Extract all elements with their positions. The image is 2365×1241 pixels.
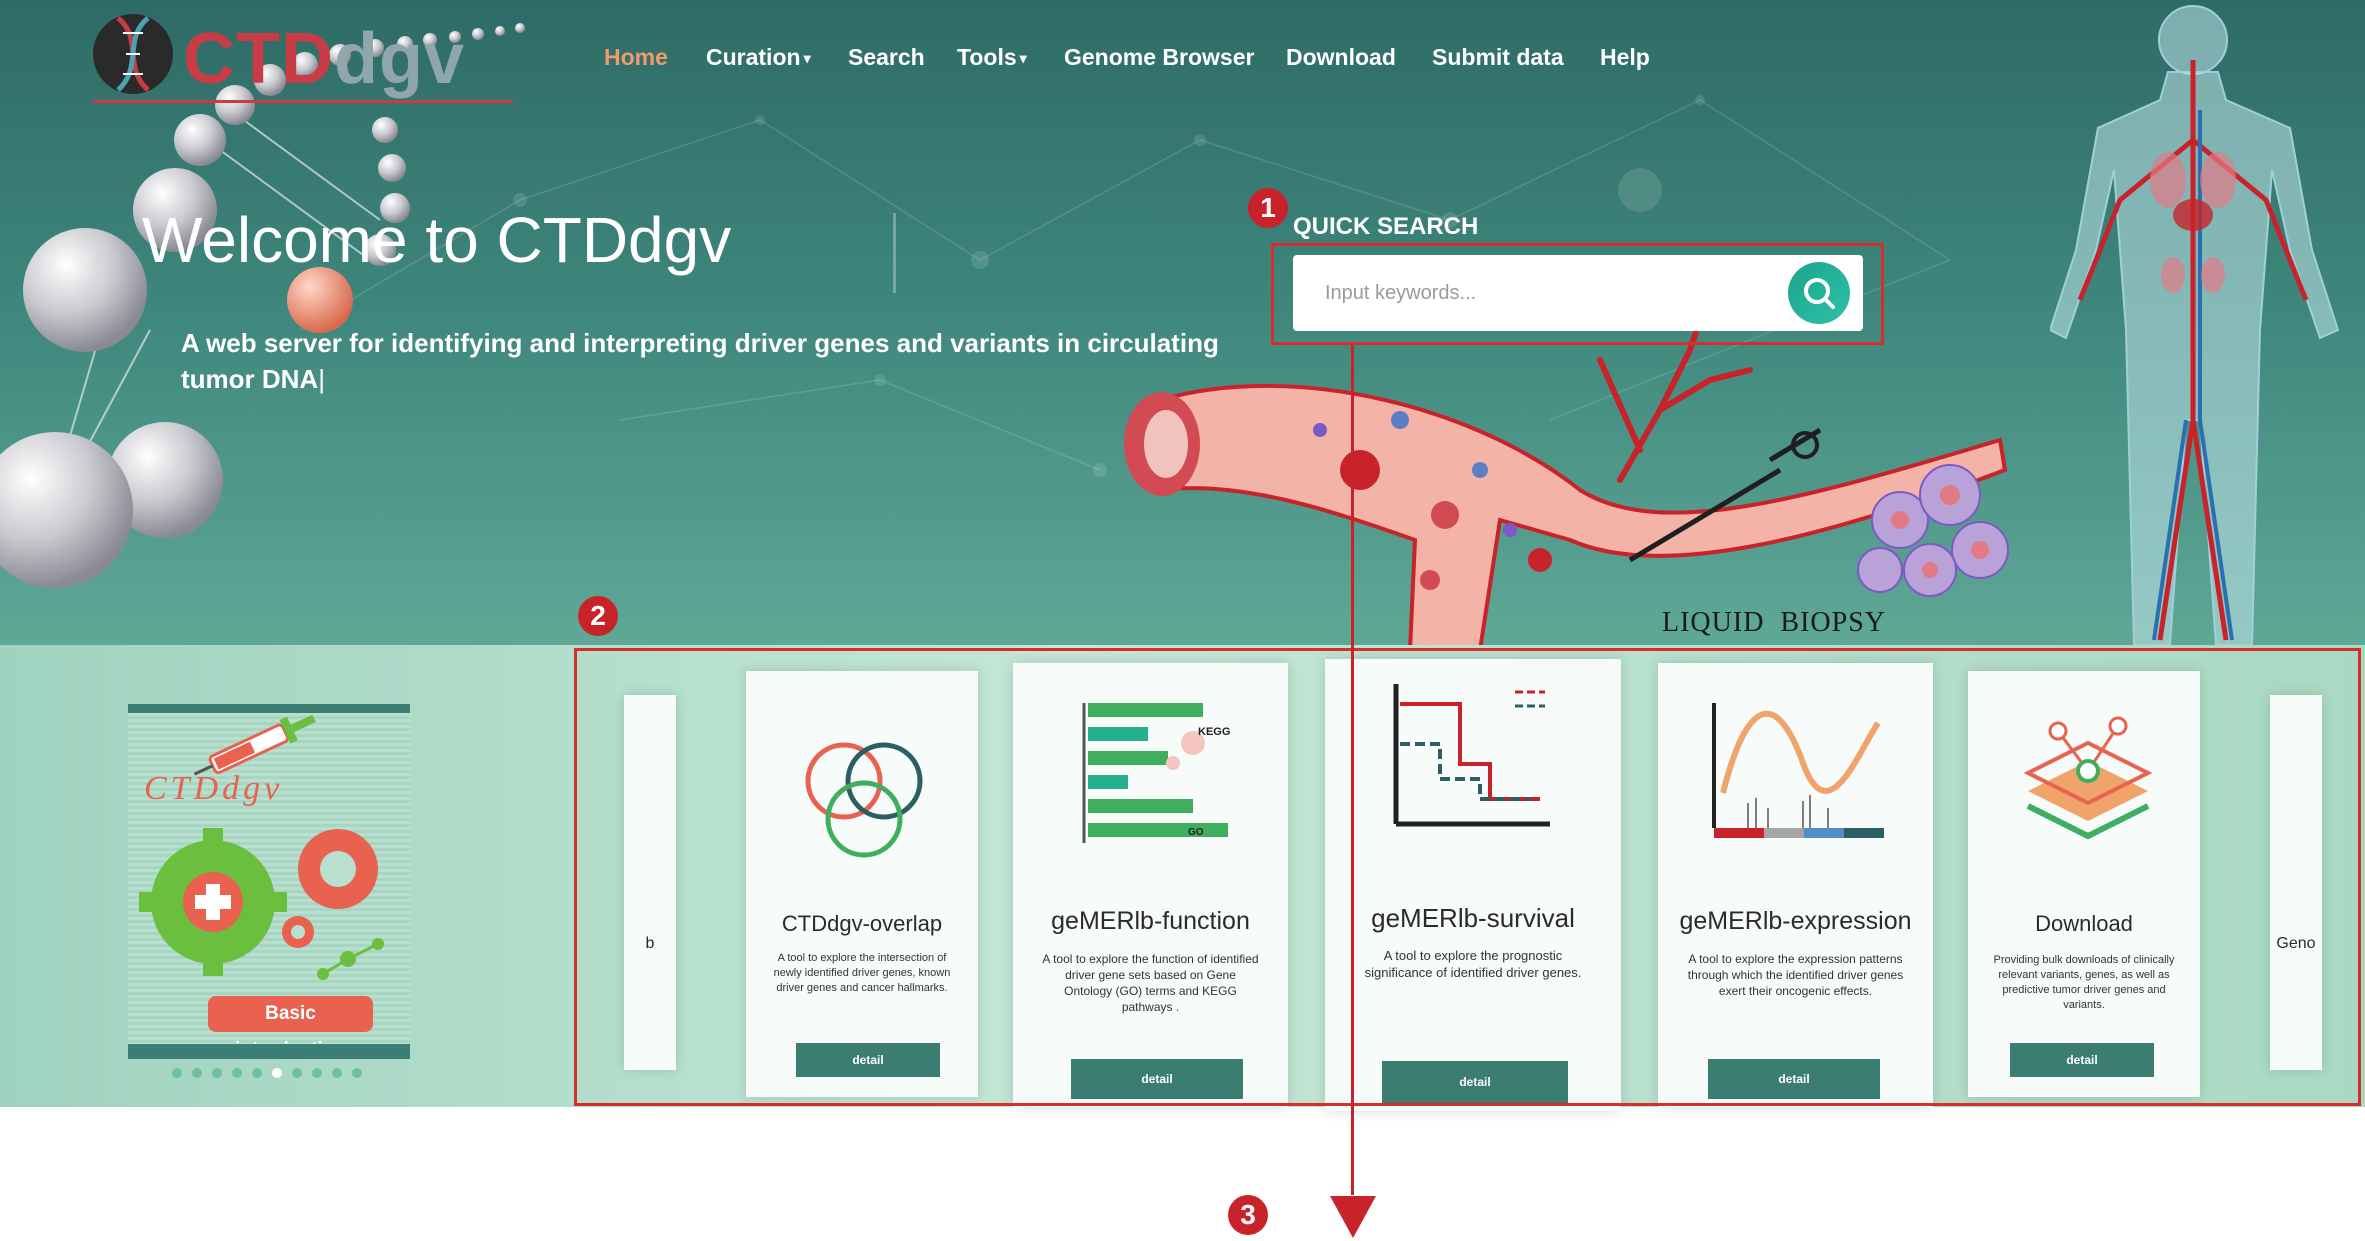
- pagination-dot[interactable]: [332, 1068, 342, 1078]
- callout-marker-3: 3: [1228, 1195, 1268, 1235]
- pagination-dot[interactable]: [272, 1068, 282, 1078]
- nav-genome-browser[interactable]: Genome Browser: [1064, 44, 1254, 71]
- hero-banner: CTDdgv Home Curation ▾ Search Tools ▾ Geno…: [0, 0, 2365, 645]
- nav-submit-data[interactable]: Submit data: [1432, 44, 1564, 71]
- pagination-dot[interactable]: [232, 1068, 242, 1078]
- nav-help[interactable]: Help: [1600, 44, 1650, 71]
- logo-underline: [93, 100, 513, 103]
- intro-pagination-dots: [0, 1068, 540, 1088]
- page-title: Welcome to CTDdgv: [142, 204, 732, 276]
- pagination-dot[interactable]: [292, 1068, 302, 1078]
- intro-book[interactable]: CTDdgv Basic introduction: [128, 704, 410, 1060]
- gears-icon: [139, 828, 384, 980]
- feature-band: CTDdgv Basic introduction b CTDdgv-over: [0, 645, 2365, 1111]
- chevron-down-icon: ▾: [1019, 50, 1027, 67]
- chevron-down-icon: ▾: [803, 50, 811, 67]
- blood-vessel-illustration: [1124, 320, 2009, 645]
- human-circulation-illustration: [2050, 5, 2340, 645]
- book-bottom-bar: [128, 1044, 410, 1059]
- search-icon: [1804, 278, 1835, 309]
- nav-home[interactable]: Home: [604, 44, 668, 71]
- pagination-dot[interactable]: [312, 1068, 322, 1078]
- liquid-biopsy-caption: LIQUID BIOPSY: [1662, 607, 1887, 638]
- pagination-dot[interactable]: [172, 1068, 182, 1078]
- search-button[interactable]: [1788, 262, 1850, 324]
- nav-tools[interactable]: Tools ▾: [957, 44, 1027, 71]
- basic-introduction-button[interactable]: Basic introduction: [208, 996, 373, 1060]
- nav-download[interactable]: Download: [1286, 44, 1396, 71]
- quick-search-box: [1293, 255, 1863, 331]
- carousel-highlight: [574, 648, 2361, 1106]
- pagination-dot[interactable]: [252, 1068, 262, 1078]
- callout-marker-1: 1: [1248, 188, 1288, 228]
- flow-arrow-line: [1351, 345, 1354, 1195]
- nav-search[interactable]: Search: [848, 44, 925, 71]
- typing-cursor: [893, 213, 896, 293]
- pagination-dot[interactable]: [352, 1068, 362, 1078]
- flow-arrow-head: [1330, 1196, 1376, 1238]
- callout-marker-2: 2: [578, 596, 618, 636]
- page-subtitle: A web server for identifying and interpr…: [181, 328, 1219, 394]
- search-input[interactable]: [1293, 255, 1773, 331]
- main-navigation: Home Curation ▾ Search Tools ▾ Genome Brow…: [0, 44, 2365, 84]
- nav-curation[interactable]: Curation ▾: [706, 44, 811, 71]
- quick-search-label: QUICK SEARCH: [1293, 213, 1479, 240]
- pagination-dot[interactable]: [192, 1068, 202, 1078]
- book-title: CTDdgv: [144, 770, 284, 807]
- pagination-dot[interactable]: [212, 1068, 222, 1078]
